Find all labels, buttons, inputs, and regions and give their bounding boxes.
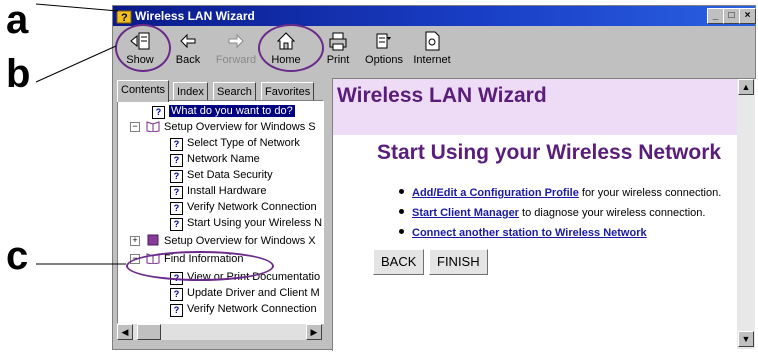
- toolbar: Show Back Forward Home Print Options Int…: [113, 27, 755, 77]
- tree-item-setup-overview[interactable]: − Setup Overview for Windows S: [130, 119, 316, 135]
- callout-b: b: [6, 52, 31, 96]
- forward-button[interactable]: Forward: [213, 29, 259, 73]
- help-topic-icon: ?: [170, 272, 183, 285]
- tab-search[interactable]: Search: [213, 82, 256, 101]
- maximize-button[interactable]: □: [723, 8, 740, 24]
- help-topic-icon: ?: [170, 154, 183, 167]
- vertical-scrollbar[interactable]: ▲ ▼: [737, 79, 755, 349]
- list-item: Add/Edit a Configuration Profile for you…: [399, 185, 721, 201]
- title-bar[interactable]: ? Wireless LAN Wizard _ □ ×: [113, 6, 756, 26]
- bullet-icon: [399, 209, 404, 214]
- print-button[interactable]: Print: [315, 29, 361, 73]
- tree-item-verify-connection-2[interactable]: ? Verify Network Connection: [170, 301, 317, 317]
- tree-item-data-security[interactable]: ? Set Data Security: [170, 167, 273, 183]
- tree-item-network-name[interactable]: ? Network Name: [170, 151, 260, 167]
- help-topic-icon: ?: [152, 106, 165, 119]
- tree-item-what-to-do[interactable]: ? What do you want to do?: [152, 103, 295, 119]
- show-icon: [130, 32, 150, 50]
- tab-index[interactable]: Index: [173, 82, 208, 101]
- scroll-left-icon[interactable]: ◀: [117, 324, 133, 340]
- scroll-thumb[interactable]: [137, 324, 161, 340]
- window-title: Wireless LAN Wizard: [135, 9, 255, 23]
- scroll-up-icon[interactable]: ▲: [738, 79, 754, 95]
- help-topic-icon: ?: [170, 218, 183, 231]
- svg-text:?: ?: [121, 12, 128, 24]
- help-topic-icon: ?: [170, 170, 183, 183]
- open-book-icon: [146, 121, 160, 132]
- home-icon: [276, 32, 296, 50]
- show-button[interactable]: Show: [117, 29, 163, 73]
- open-book-icon: [146, 253, 160, 264]
- help-topic-icon: ?: [170, 288, 183, 301]
- help-topic-icon: ?: [170, 186, 183, 199]
- finish-button[interactable]: FINISH: [429, 249, 488, 275]
- home-button[interactable]: Home: [263, 29, 309, 73]
- callout-c: c: [6, 234, 29, 278]
- tree-item-view-print[interactable]: ? View or Print Documentatio: [170, 269, 320, 285]
- collapse-icon: −: [130, 122, 140, 132]
- page-heading: Start Using your Wireless Network: [377, 141, 722, 164]
- banner: Wireless LAN Wizard: [333, 79, 737, 135]
- tree-item-select-type[interactable]: ? Select Type of Network: [170, 135, 300, 151]
- tree-item-install-hardware[interactable]: ? Install Hardware: [170, 183, 266, 199]
- options-icon: [376, 33, 391, 49]
- start-client-manager-link[interactable]: Start Client Manager: [412, 207, 519, 219]
- tree-item-start-using[interactable]: ? Start Using your Wireless N: [170, 215, 322, 231]
- app-icon: ?: [116, 10, 132, 24]
- internet-page-icon: [425, 31, 440, 51]
- add-edit-profile-link[interactable]: Add/Edit a Configuration Profile: [412, 187, 579, 199]
- scroll-right-icon[interactable]: ▶: [306, 324, 322, 340]
- help-window: ? Wireless LAN Wizard _ □ × Show Back Fo…: [112, 5, 756, 351]
- banner-title: Wireless LAN Wizard: [337, 84, 547, 107]
- back-button[interactable]: Back: [165, 29, 211, 73]
- horizontal-scrollbar[interactable]: ◀ ▶: [117, 324, 322, 340]
- expand-icon: +: [130, 236, 140, 246]
- tree-item-verify-connection[interactable]: ? Verify Network Connection: [170, 199, 317, 215]
- help-topic-icon: ?: [170, 304, 183, 317]
- callout-a: a: [6, 0, 29, 42]
- nav-tabs: Contents Index Search Favorites: [115, 80, 327, 102]
- help-topic-icon: ?: [170, 202, 183, 215]
- tab-contents[interactable]: Contents: [117, 80, 170, 102]
- tree-item-setup-overview-xp[interactable]: + Setup Overview for Windows X: [130, 233, 316, 249]
- contents-tree: ? What do you want to do? − Setup Overview…: [117, 100, 324, 324]
- connect-station-link[interactable]: Connect another station to Wireless Netw…: [412, 227, 647, 239]
- collapse-icon: −: [130, 254, 140, 264]
- tree-item-update-driver[interactable]: ? Update Driver and Client M: [170, 285, 320, 301]
- back-nav-button[interactable]: BACK: [373, 249, 425, 275]
- content-pane: Wireless LAN Wizard Start Using your Wir…: [332, 78, 756, 351]
- bullet-icon: [399, 229, 404, 234]
- internet-button[interactable]: Internet: [409, 29, 455, 73]
- minimize-button[interactable]: _: [707, 8, 724, 24]
- tree-item-find-information[interactable]: − Find Information: [130, 251, 243, 267]
- options-button[interactable]: Options: [361, 29, 407, 73]
- tab-favorites[interactable]: Favorites: [261, 82, 315, 101]
- help-topic-icon: ?: [170, 138, 183, 151]
- scroll-down-icon[interactable]: ▼: [738, 331, 754, 347]
- forward-arrow-icon: [228, 33, 244, 49]
- bullet-icon: [399, 189, 404, 194]
- back-arrow-icon: [180, 33, 196, 49]
- printer-icon: [329, 32, 347, 51]
- navigation-pane: Contents Index Search Favorites ? What do…: [115, 78, 327, 348]
- list-item: Start Client Manager to diagnose your wi…: [399, 205, 705, 221]
- close-button[interactable]: ×: [739, 8, 756, 24]
- list-item: Connect another station to Wireless Netw…: [399, 225, 647, 241]
- closed-book-icon: [147, 234, 159, 246]
